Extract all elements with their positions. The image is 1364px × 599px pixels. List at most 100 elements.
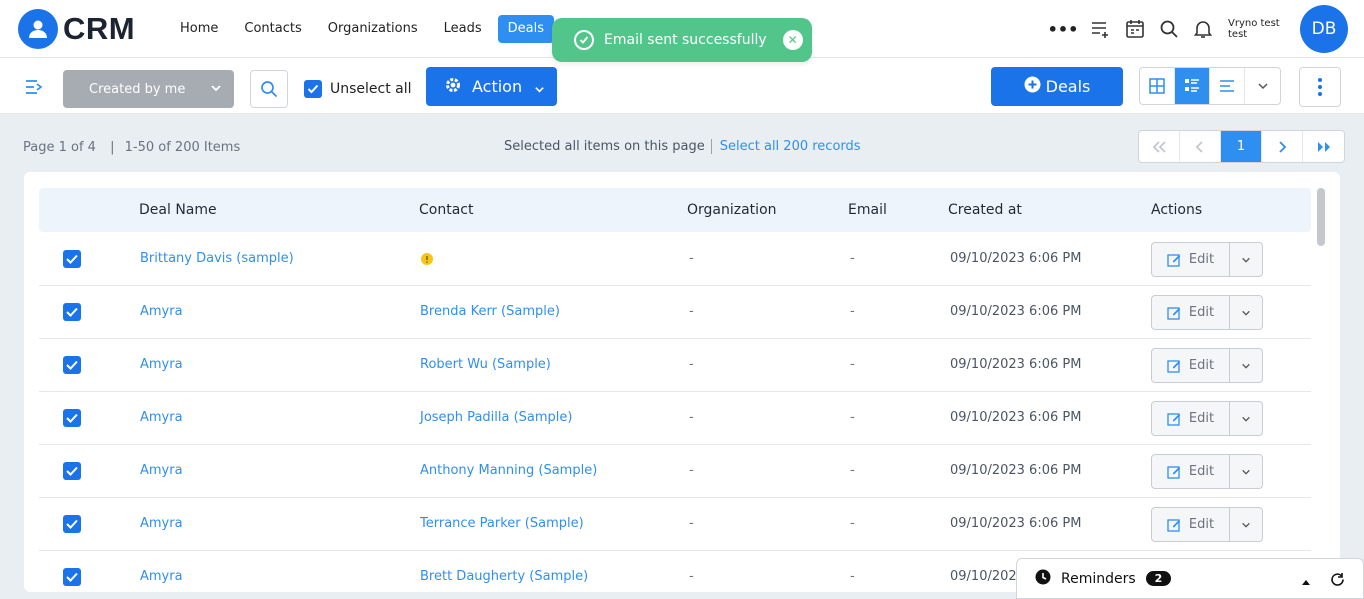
column-created-at[interactable]: Created at bbox=[948, 202, 1022, 218]
row-checkbox[interactable] bbox=[63, 250, 81, 272]
list-view-icon[interactable] bbox=[1175, 68, 1210, 104]
edit-icon bbox=[1167, 359, 1181, 373]
edit-button[interactable]: Edit bbox=[1152, 296, 1230, 329]
column-organization[interactable]: Organization bbox=[687, 202, 777, 218]
nav-item-leads[interactable]: Leads bbox=[434, 15, 492, 43]
deal-name-link[interactable]: Amyra bbox=[140, 569, 183, 584]
deal-name-link[interactable]: Amyra bbox=[140, 516, 183, 531]
unselect-all-checkbox[interactable]: Unselect all bbox=[304, 70, 412, 108]
select-all-records-link[interactable]: Select all 200 records bbox=[710, 139, 861, 154]
next-page-icon[interactable] bbox=[1262, 131, 1303, 162]
deals-table: Deal Name Contact Organization Email Cre… bbox=[24, 172, 1340, 592]
avatar[interactable]: DB bbox=[1300, 5, 1348, 53]
row-checkbox[interactable] bbox=[63, 568, 81, 590]
contact-link[interactable]: Terrance Parker (Sample) bbox=[420, 516, 584, 531]
add-list-icon[interactable] bbox=[1084, 12, 1118, 46]
current-page[interactable]: 1 bbox=[1221, 131, 1262, 162]
row-checkbox[interactable] bbox=[63, 515, 81, 537]
reminders-label: Reminders bbox=[1061, 570, 1136, 587]
edit-label: Edit bbox=[1188, 411, 1215, 426]
column-email[interactable]: Email bbox=[848, 202, 887, 218]
grid-view-icon[interactable] bbox=[1140, 68, 1175, 104]
email-value: - bbox=[850, 251, 855, 266]
created-at-value: 09/10/2023 6:06 PM bbox=[950, 304, 1082, 319]
contact-link[interactable]: Joseph Padilla (Sample) bbox=[420, 410, 572, 425]
email-value: - bbox=[850, 569, 855, 584]
last-page-icon[interactable] bbox=[1303, 131, 1344, 162]
contact-link[interactable]: Anthony Manning (Sample) bbox=[420, 463, 597, 478]
table-header: Deal Name Contact Organization Email Cre… bbox=[39, 188, 1311, 232]
user-logo-icon bbox=[18, 9, 58, 49]
edit-label: Edit bbox=[1188, 305, 1215, 320]
scrollbar[interactable] bbox=[1317, 188, 1325, 588]
success-toast: Email sent successfully ✕ bbox=[552, 18, 812, 62]
contact-link[interactable]: Robert Wu (Sample) bbox=[420, 357, 551, 372]
edit-button-group: Edit bbox=[1151, 507, 1263, 542]
search-button[interactable] bbox=[250, 70, 288, 108]
column-contact[interactable]: Contact bbox=[419, 202, 473, 218]
column-deal-name[interactable]: Deal Name bbox=[139, 202, 217, 218]
refresh-icon[interactable] bbox=[1330, 572, 1345, 591]
gear-icon bbox=[444, 76, 462, 98]
action-button[interactable]: Action bbox=[426, 67, 557, 106]
deal-name-link[interactable]: Amyra bbox=[140, 304, 183, 319]
chevron-down-icon[interactable] bbox=[1245, 68, 1280, 104]
search-icon[interactable] bbox=[1152, 12, 1186, 46]
kanban-view-icon[interactable] bbox=[1210, 68, 1245, 104]
deal-name-link[interactable]: Brittany Davis (sample) bbox=[140, 251, 294, 266]
nav-item-organizations[interactable]: Organizations bbox=[318, 15, 428, 43]
organization-value: - bbox=[689, 304, 694, 319]
row-checkbox[interactable] bbox=[63, 409, 81, 431]
first-page-icon[interactable] bbox=[1139, 131, 1180, 162]
nav-item-contacts[interactable]: Contacts bbox=[234, 15, 311, 43]
close-icon[interactable]: ✕ bbox=[782, 30, 803, 50]
scrollbar-thumb[interactable] bbox=[1317, 188, 1325, 246]
more-nav-button[interactable]: ••• bbox=[1046, 12, 1080, 46]
edit-button[interactable]: Edit bbox=[1152, 243, 1230, 276]
app-logo[interactable]: CRM bbox=[18, 9, 135, 49]
email-value: - bbox=[850, 410, 855, 425]
add-deal-button[interactable]: Deals bbox=[991, 67, 1123, 106]
contact-link[interactable]: Brett Daugherty (Sample) bbox=[420, 569, 588, 584]
deal-name-link[interactable]: Amyra bbox=[140, 357, 183, 372]
contact-link[interactable]: Brenda Kerr (Sample) bbox=[420, 304, 560, 319]
edit-button[interactable]: Edit bbox=[1152, 349, 1230, 382]
chevron-down-icon[interactable] bbox=[1230, 455, 1262, 488]
more-options-button[interactable] bbox=[1299, 67, 1341, 107]
edit-button[interactable]: Edit bbox=[1152, 402, 1230, 435]
chevron-down-icon[interactable] bbox=[1230, 508, 1262, 541]
edit-icon bbox=[1167, 253, 1181, 267]
filter-dropdown[interactable]: Created by me bbox=[63, 70, 234, 108]
chevron-down-icon[interactable] bbox=[1230, 296, 1262, 329]
chevron-down-icon[interactable] bbox=[1230, 243, 1262, 276]
nav-item-deals[interactable]: Deals bbox=[497, 15, 555, 43]
toolbar: Created by me Unselect all Action Deals bbox=[0, 58, 1364, 114]
deal-name-link[interactable]: Amyra bbox=[140, 463, 183, 478]
filter-label: Created by me bbox=[89, 81, 186, 97]
edit-icon bbox=[1167, 306, 1181, 320]
caret-up-icon[interactable] bbox=[1301, 574, 1311, 590]
row-checkbox[interactable] bbox=[63, 356, 81, 378]
calendar-icon[interactable] bbox=[1118, 12, 1152, 46]
row-checkbox[interactable] bbox=[63, 303, 81, 325]
check-circle-icon bbox=[574, 30, 594, 50]
nav-item-home[interactable]: Home bbox=[170, 15, 228, 43]
row-checkbox[interactable] bbox=[63, 462, 81, 484]
chevron-down-icon[interactable] bbox=[1230, 349, 1262, 382]
edit-button[interactable]: Edit bbox=[1152, 455, 1230, 488]
email-value: - bbox=[850, 463, 855, 478]
chevron-down-icon[interactable] bbox=[1230, 402, 1262, 435]
toggle-sidebar-icon[interactable] bbox=[24, 78, 46, 100]
chevron-down-icon bbox=[534, 80, 545, 99]
prev-page-icon[interactable] bbox=[1180, 131, 1221, 162]
deal-name-link[interactable]: Amyra bbox=[140, 410, 183, 425]
reminders-panel[interactable]: Reminders 2 bbox=[1016, 558, 1364, 599]
plus-circle-icon bbox=[1024, 76, 1041, 97]
edit-button[interactable]: Edit bbox=[1152, 508, 1230, 541]
bell-icon[interactable] bbox=[1186, 12, 1220, 46]
user-name: Vryno test test bbox=[1228, 18, 1280, 40]
organization-value: - bbox=[689, 357, 694, 372]
edit-button-group: Edit bbox=[1151, 348, 1263, 383]
column-actions: Actions bbox=[1151, 202, 1203, 218]
edit-label: Edit bbox=[1188, 517, 1215, 532]
